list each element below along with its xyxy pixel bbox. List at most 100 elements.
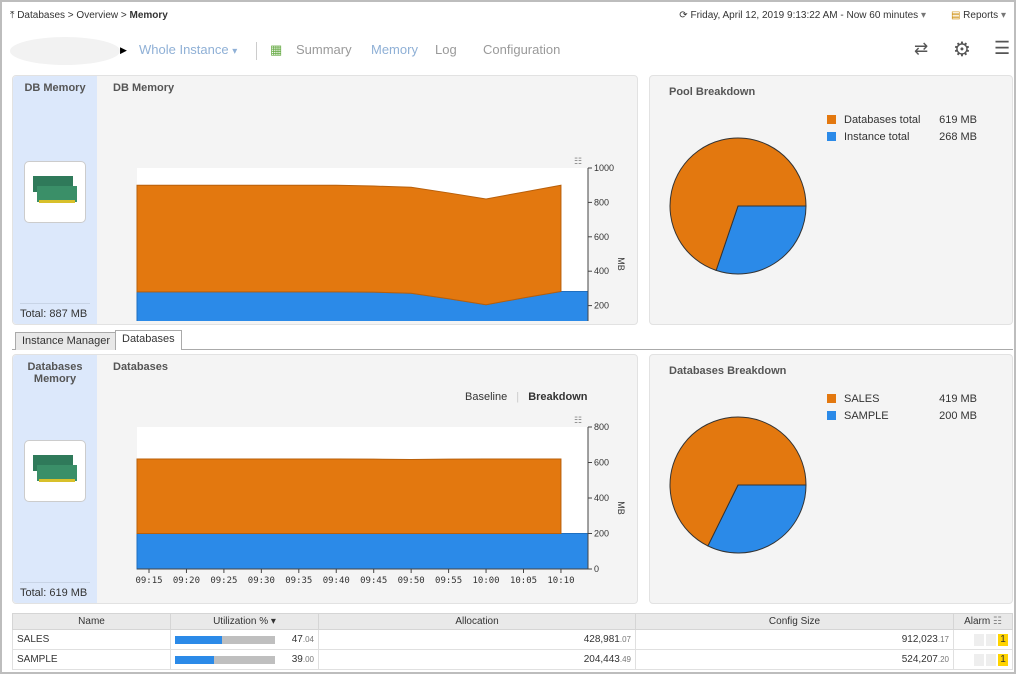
baseline-toggle[interactable]: Baseline	[465, 391, 507, 403]
scope-label: Whole Instance	[139, 42, 229, 57]
col-alarm[interactable]: Alarm ☷	[953, 613, 1013, 630]
util-dec: .04	[302, 635, 314, 644]
memory-module-icon	[24, 161, 86, 223]
legend-item: Databases total 619 MB	[827, 111, 977, 128]
databases-chart: 09:15 09:20 09:25 09:30 09:35 09:40 09:45 09:50…	[135, 415, 626, 586]
col-utilization[interactable]: Utilization % ▾	[170, 613, 319, 630]
alloc-int: 204,443	[583, 654, 620, 665]
legend-value: 268 MB	[939, 130, 977, 143]
pool-pie-chart	[669, 137, 807, 275]
series-area-0	[136, 533, 589, 570]
memory-module-icon	[24, 440, 86, 502]
y-tick-label: 1000	[594, 163, 614, 173]
reports-button[interactable]: ▤ Reports ▾	[951, 10, 1006, 21]
col-allocation[interactable]: Allocation	[318, 613, 636, 630]
alarm-slot	[974, 653, 984, 666]
col-alarm-label: Alarm	[964, 616, 991, 627]
cell-config-size: 912,023.17	[635, 629, 954, 650]
view-toggle: Baseline | Breakdown	[465, 391, 587, 403]
refresh-icon[interactable]: ⇄	[914, 39, 928, 59]
menu-icon[interactable]: ☰	[994, 38, 1010, 59]
y-axis-label: MB	[616, 501, 626, 515]
sidebar-title: DB Memory	[24, 82, 86, 94]
alarm-slot	[986, 653, 996, 666]
alloc-dec: .07	[619, 635, 631, 644]
column-menu-icon[interactable]: ☷	[993, 616, 1002, 627]
time-range-text: Friday, April 12, 2019 9:13:22 AM - Now …	[690, 10, 919, 21]
x-tick-label: 10:05	[510, 576, 537, 586]
cell-utilization: 39.00	[170, 649, 319, 670]
databases-sidebar: Databases Memory Total: 619 MB	[13, 355, 97, 603]
db-memory-sidebar: DB Memory Total: 887 MB	[13, 76, 97, 324]
cell-utilization: 47.04	[170, 629, 319, 650]
expand-arrow-icon[interactable]: ▶	[120, 45, 127, 56]
x-tick-label: 10:00	[473, 576, 500, 586]
pool-breakdown-title: Pool Breakdown	[669, 86, 756, 98]
alarm-badge[interactable]: 1	[998, 633, 1008, 646]
y-tick-label: 600	[594, 458, 609, 468]
divider	[256, 42, 257, 60]
y-tick-label: 200	[594, 301, 609, 311]
report-icon: ▤	[950, 10, 961, 21]
x-tick-label: 09:55	[435, 576, 462, 586]
tab-instance-manager[interactable]: Instance Manager	[15, 332, 118, 350]
up-icon[interactable]: ⤒	[10, 10, 14, 21]
cell-alarm: 1	[953, 649, 1013, 670]
breakdown-toggle[interactable]: Breakdown	[528, 391, 587, 403]
nav-log[interactable]: Log	[435, 42, 457, 57]
legend-item: SAMPLE 200 MB	[827, 407, 977, 424]
cfg-dec: .17	[937, 635, 949, 644]
chart-menu-icon: ☷	[574, 415, 582, 425]
legend-swatch	[827, 394, 836, 403]
y-axis-label: MB	[616, 257, 626, 271]
util-int: 47	[291, 634, 303, 645]
legend-label: Instance total	[844, 130, 910, 143]
x-tick-label: 09:35	[285, 576, 312, 586]
chart-menu-icon: ☷	[574, 156, 582, 166]
y-tick-label: 200	[594, 529, 609, 539]
legend-swatch	[827, 411, 836, 420]
y-tick-label: 600	[594, 232, 609, 242]
tab-databases[interactable]: Databases	[115, 330, 182, 350]
legend-label: SAMPLE	[844, 409, 889, 422]
x-tick-label: 10:10	[547, 576, 574, 586]
db-memory-panel: DB Memory Total: 887 MB DB Memory 09:150…	[12, 75, 638, 325]
y-tick-label: 400	[594, 493, 609, 503]
scope-dropdown[interactable]: Whole Instance ▾	[139, 42, 237, 57]
sort-desc-icon: ▾	[270, 616, 276, 627]
alarm-badge[interactable]: 1	[998, 653, 1008, 666]
time-range-selector[interactable]: ⟳ Friday, April 12, 2019 9:13:22 AM - No…	[679, 10, 926, 21]
total-label: Total: 619 MB	[20, 582, 90, 599]
clock-icon: ⟳	[679, 10, 691, 21]
sidebar-title: Databases Memory	[27, 361, 83, 385]
x-tick-label: 09:50	[398, 576, 425, 586]
databases-pie-chart	[669, 416, 807, 554]
col-config-size[interactable]: Config Size	[635, 613, 954, 630]
legend-value: 419 MB	[939, 392, 977, 405]
breadcrumb-overview[interactable]: Overview	[76, 10, 118, 21]
legend-value: 200 MB	[939, 409, 977, 422]
databases-panel: Databases Memory Total: 619 MB Databases…	[12, 354, 638, 604]
nav-configuration[interactable]: Configuration	[483, 42, 560, 57]
table-row[interactable]: SALES 47.04 428,981.07 912,023.17 1	[12, 629, 1013, 650]
legend-swatch	[827, 132, 836, 141]
table-row[interactable]: SAMPLE 39.00 204,443.49 524,207.20 1	[12, 649, 1013, 670]
legend-label: SALES	[844, 392, 880, 405]
alloc-int: 428,981	[583, 634, 620, 645]
legend-label: Databases total	[844, 113, 921, 126]
col-name[interactable]: Name	[12, 613, 171, 630]
y-tick-label: 400	[594, 266, 609, 276]
breadcrumb-databases[interactable]: Databases	[17, 10, 65, 21]
table-header: Name Utilization % ▾ Allocation Config S…	[12, 613, 1013, 630]
cell-name: SAMPLE	[12, 649, 171, 670]
nav-summary[interactable]: Summary	[296, 42, 352, 57]
series-area-1	[136, 184, 562, 306]
total-label: Total: 887 MB	[20, 303, 90, 320]
cell-allocation: 428,981.07	[318, 629, 636, 650]
legend-swatch	[827, 115, 836, 124]
breadcrumb-current: Memory	[129, 10, 168, 21]
gear-icon[interactable]: ⚙	[953, 37, 971, 62]
chevron-down-icon: ▾	[1000, 10, 1006, 21]
chart-title: DB Memory	[113, 82, 175, 94]
nav-memory[interactable]: Memory	[371, 42, 418, 57]
